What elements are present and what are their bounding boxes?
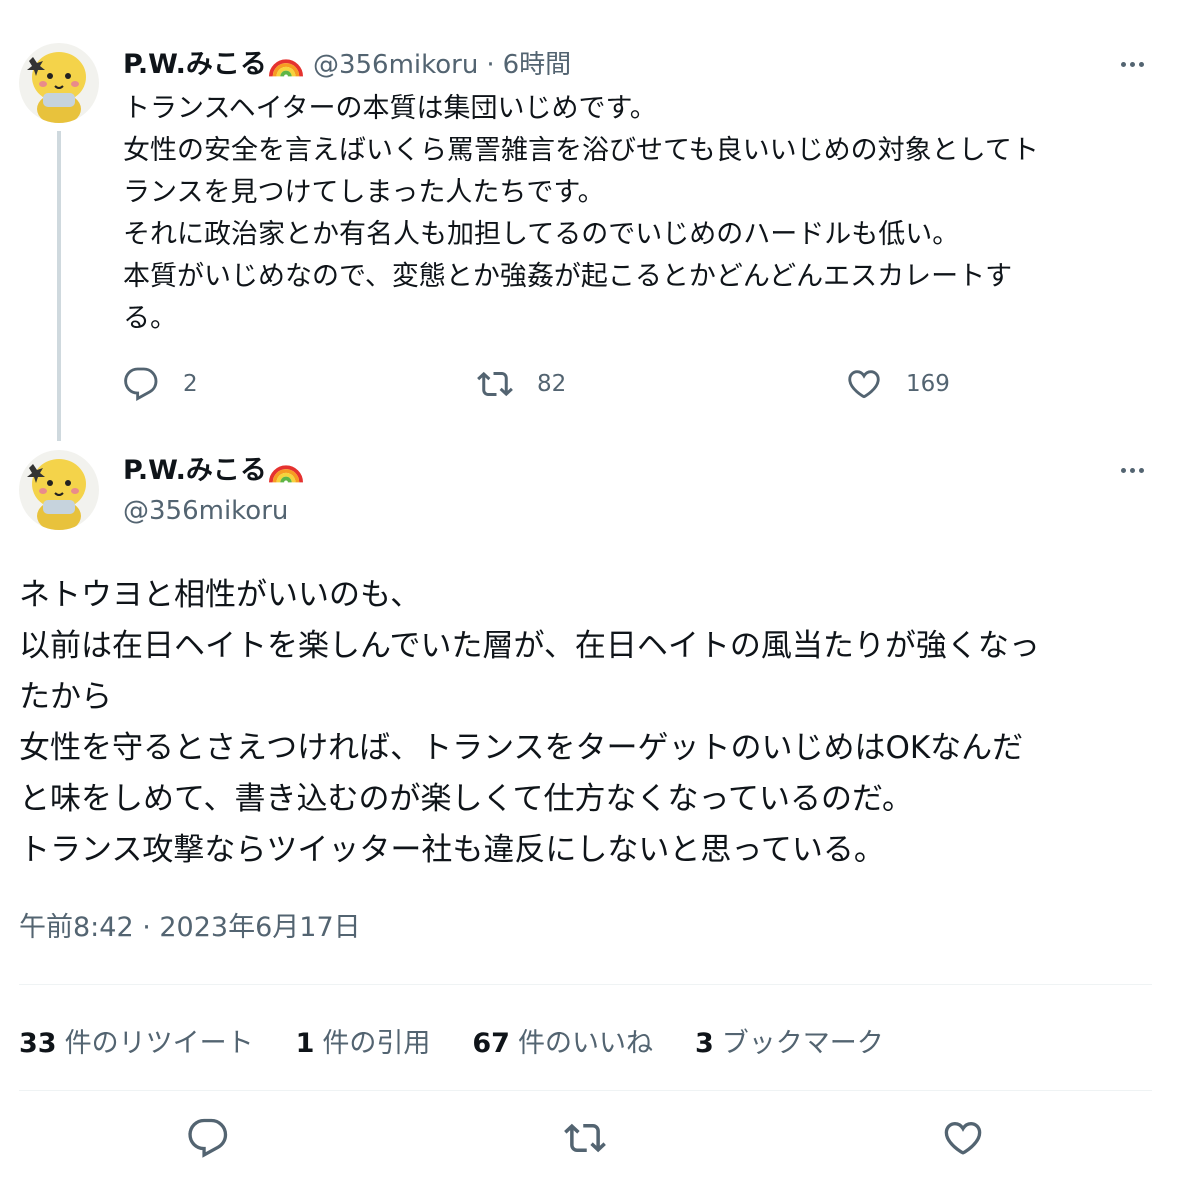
thread-line: [57, 131, 61, 441]
retweet-icon: [477, 371, 513, 397]
likes-label: 件のいいね: [517, 1027, 653, 1059]
quotes-stat[interactable]: 1 件の引用: [296, 1021, 431, 1060]
reply-button[interactable]: 2: [123, 366, 198, 402]
bookmarks-label: ブックマーク: [721, 1027, 884, 1059]
retweet-icon: [564, 1123, 606, 1153]
more-icon[interactable]: [1112, 44, 1152, 84]
heart-icon: [848, 370, 880, 399]
text-line: 女性の安全を言えばいくら罵詈雑言を浴びせても良いいじめの対象としてト: [123, 135, 1039, 166]
avatar-image: [19, 450, 99, 530]
parent-tweet-header: P.W.みこる @356mikoru · 6時間: [123, 48, 571, 82]
display-name[interactable]: P.W.みこる: [123, 454, 267, 488]
text-line: それに政治家とか有名人も加担してるのでいじめのハードルも低い。: [123, 219, 960, 250]
more-icon[interactable]: [1112, 450, 1152, 490]
reply-button[interactable]: [187, 1117, 229, 1159]
reply-icon: [188, 1118, 228, 1158]
timestamp[interactable]: 午前8:42 · 2023年6月17日: [19, 910, 361, 946]
divider: [19, 1090, 1152, 1091]
heart-icon: [944, 1121, 982, 1155]
likes-stat[interactable]: 67 件のいいね: [472, 1021, 653, 1060]
divider: [19, 984, 1152, 985]
time-ago[interactable]: 6時間: [503, 48, 572, 82]
reply-count: 2: [183, 371, 198, 397]
text-line: ランスを見つけてしまった人たちです。: [123, 177, 605, 208]
rainbow-emoji: [269, 454, 303, 488]
bookmarks-count: 3: [694, 1027, 714, 1059]
likes-count: 67: [472, 1027, 510, 1059]
retweets-count: 33: [19, 1027, 57, 1059]
text-line: 女性を守るとさえつければ、トランスをターゲットのいじめはOKなんだ: [19, 730, 1024, 766]
text-line: と味をしめて、書き込むのが楽しくて仕方なくなっているのだ。: [19, 781, 914, 817]
text-line: トランス攻撃ならツイッター社も違反にしないと思っている。: [19, 832, 885, 868]
handle[interactable]: @356mikoru: [313, 48, 478, 82]
reply-icon: [124, 367, 158, 401]
handle[interactable]: @356mikoru: [123, 494, 288, 528]
retweet-button[interactable]: 82: [477, 366, 566, 402]
text-line: 以前は在日ヘイトを楽しんでいた層が、在日ヘイトの風当たりが強くなっ: [19, 628, 1040, 664]
retweet-count: 82: [537, 371, 567, 397]
tweet-stats: 33 件のリツイート 1 件の引用 67 件のいいね 3 ブックマーク: [19, 1020, 926, 1060]
quotes-label: 件の引用: [322, 1027, 431, 1059]
separator: ·: [486, 50, 495, 80]
retweets-label: 件のリツイート: [64, 1027, 254, 1059]
text-line: たから: [19, 679, 112, 715]
parent-tweet-text: トランスヘイターの本質は集団いじめです。 女性の安全を言えばいくら罵詈雑言を浴び…: [123, 88, 1153, 340]
like-count: 169: [906, 371, 950, 397]
main-tweet-header: P.W.みこる: [123, 454, 303, 488]
text-line: る。: [123, 303, 177, 334]
like-button[interactable]: 169: [846, 366, 950, 402]
text-line: ネトウヨと相性がいいのも、: [19, 577, 422, 613]
quotes-count: 1: [295, 1027, 315, 1059]
avatar[interactable]: [19, 43, 99, 123]
display-name[interactable]: P.W.みこる: [123, 48, 267, 82]
like-button[interactable]: [942, 1117, 984, 1159]
text-line: トランスヘイターの本質は集団いじめです。: [123, 93, 657, 124]
avatar[interactable]: [19, 450, 99, 530]
retweet-button[interactable]: [564, 1117, 606, 1159]
rainbow-emoji: [269, 48, 303, 82]
text-line: 本質がいじめなので、変態とか強姦が起こるとかどんどんエスカレートす: [123, 261, 1013, 292]
retweets-stat[interactable]: 33 件のリツイート: [19, 1021, 254, 1060]
avatar-image: [19, 43, 99, 123]
main-tweet-text: ネトウヨと相性がいいのも、 以前は在日ヘイトを楽しんでいた層が、在日ヘイトの風当…: [19, 570, 1154, 876]
bookmarks-stat[interactable]: 3 ブックマーク: [695, 1021, 884, 1060]
